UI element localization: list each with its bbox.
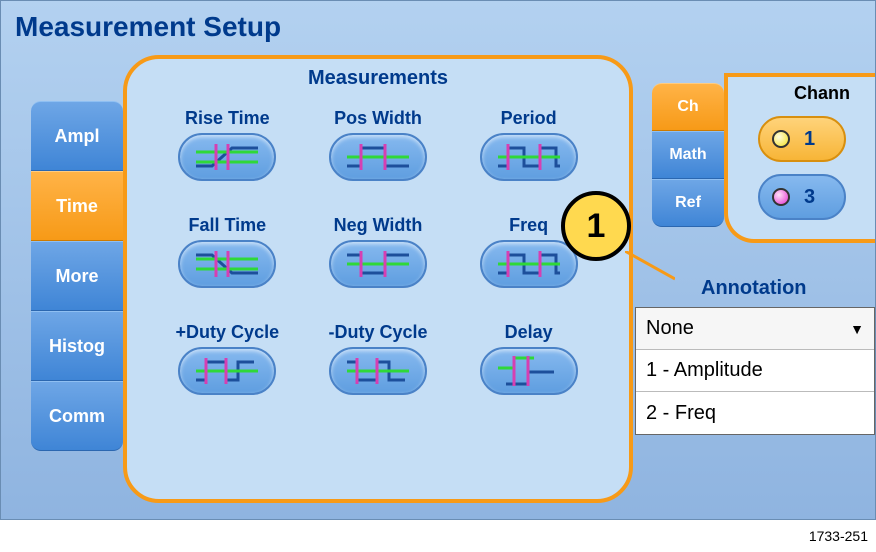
neg-width-button[interactable] bbox=[329, 240, 427, 288]
tab-time[interactable]: Time bbox=[31, 171, 123, 241]
figure-id: 1733-251 bbox=[809, 528, 868, 544]
annotation-dropdown: None ▼ 1 - Amplitude 2 - Freq bbox=[635, 307, 875, 435]
pos-width-button[interactable] bbox=[329, 133, 427, 181]
freq-button[interactable] bbox=[480, 240, 578, 288]
delay-button[interactable] bbox=[480, 347, 578, 395]
meas-pos-width: Pos Width bbox=[308, 108, 449, 181]
meas-delay: Delay bbox=[458, 322, 599, 395]
meas-label: Period bbox=[458, 108, 599, 129]
source-tabs: Ch Math Ref bbox=[652, 83, 724, 227]
channel-dot-icon bbox=[772, 188, 790, 206]
tab-ampl[interactable]: Ampl bbox=[31, 101, 123, 171]
tab-math[interactable]: Math bbox=[652, 131, 724, 179]
channel-dot-icon bbox=[772, 130, 790, 148]
meas-period: Period bbox=[458, 108, 599, 181]
meas-fall-time: Fall Time bbox=[157, 215, 298, 288]
channels-panel: Chann 1 3 bbox=[724, 73, 876, 243]
tab-ch[interactable]: Ch bbox=[652, 83, 724, 131]
tab-ref[interactable]: Ref bbox=[652, 179, 724, 227]
meas-label: Delay bbox=[458, 322, 599, 343]
tab-histog[interactable]: Histog bbox=[31, 311, 123, 381]
chevron-down-icon: ▼ bbox=[850, 321, 864, 337]
annotation-title: Annotation bbox=[701, 277, 807, 300]
channel-number: 3 bbox=[804, 186, 815, 209]
page-title: Measurement Setup bbox=[1, 1, 875, 51]
meas-label: Pos Width bbox=[308, 108, 449, 129]
callout-leader-line bbox=[625, 251, 675, 281]
annotation-option[interactable]: 1 - Amplitude bbox=[636, 350, 874, 392]
period-button[interactable] bbox=[480, 133, 578, 181]
category-tabs: Ampl Time More Histog Comm bbox=[31, 101, 123, 451]
callout-badge: 1 bbox=[561, 191, 631, 261]
measurements-grid: Rise Time Pos Width Period Fall Time bbox=[127, 90, 629, 395]
meas-neg-width: Neg Width bbox=[308, 215, 449, 288]
meas-label: Fall Time bbox=[157, 215, 298, 236]
meas-label: Neg Width bbox=[308, 215, 449, 236]
annotation-select[interactable]: None ▼ bbox=[636, 308, 874, 350]
pos-duty-button[interactable] bbox=[178, 347, 276, 395]
measurement-setup-window: Measurement Setup Ampl Time More Histog … bbox=[0, 0, 876, 520]
measurements-title: Measurements bbox=[127, 59, 629, 90]
neg-duty-button[interactable] bbox=[329, 347, 427, 395]
meas-pduty: +Duty Cycle bbox=[157, 322, 298, 395]
channel-number: 1 bbox=[804, 128, 815, 151]
rise-time-button[interactable] bbox=[178, 133, 276, 181]
tab-more[interactable]: More bbox=[31, 241, 123, 311]
measurements-panel: Measurements Rise Time Pos Width Period bbox=[123, 55, 633, 503]
meas-label: -Duty Cycle bbox=[308, 322, 449, 343]
fall-time-button[interactable] bbox=[178, 240, 276, 288]
meas-label: +Duty Cycle bbox=[157, 322, 298, 343]
tab-comm[interactable]: Comm bbox=[31, 381, 123, 451]
annotation-selected: None bbox=[646, 317, 694, 340]
meas-nduty: -Duty Cycle bbox=[308, 322, 449, 395]
channels-title: Chann bbox=[768, 83, 876, 104]
channel-1-button[interactable]: 1 bbox=[758, 116, 846, 162]
meas-label: Rise Time bbox=[157, 108, 298, 129]
channel-3-button[interactable]: 3 bbox=[758, 174, 846, 220]
meas-rise-time: Rise Time bbox=[157, 108, 298, 181]
annotation-option[interactable]: 2 - Freq bbox=[636, 392, 874, 434]
